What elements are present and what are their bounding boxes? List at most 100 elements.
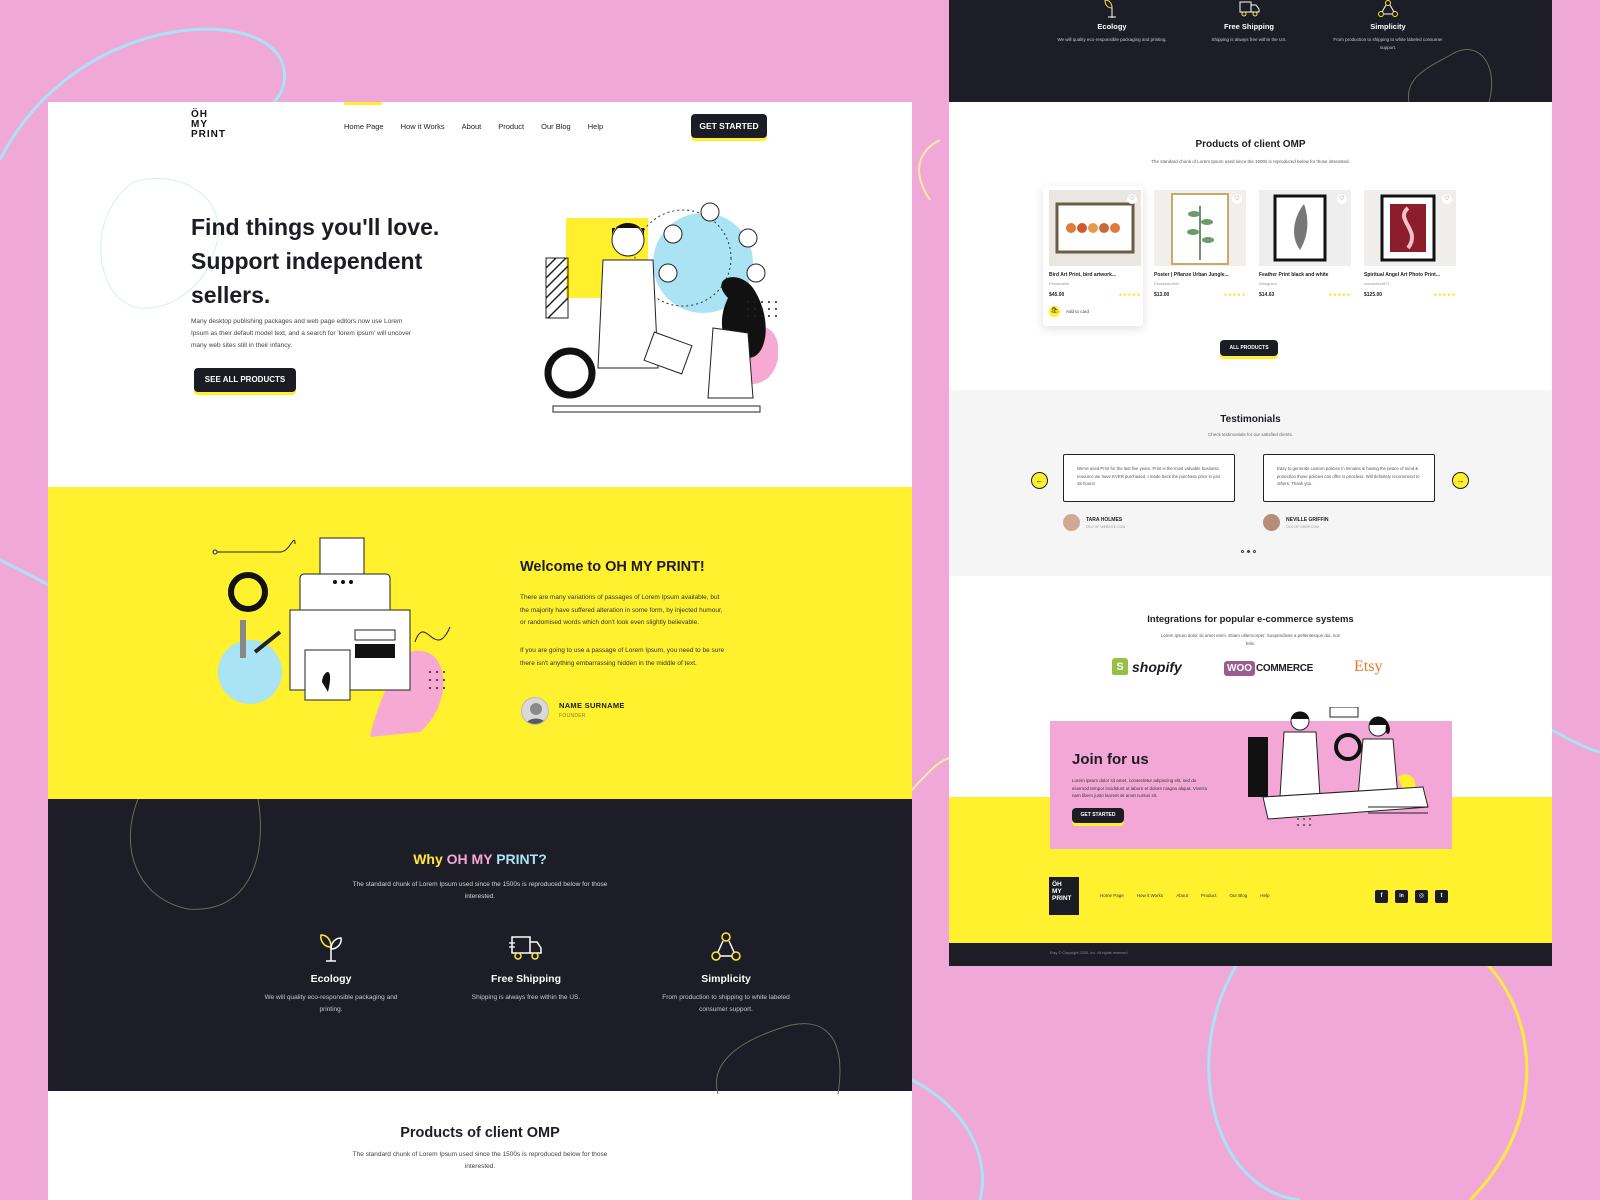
favorite-icon[interactable]: ♡ <box>1442 194 1452 204</box>
feature-simplicity: Simplicity From production to shipping t… <box>1333 0 1443 52</box>
why-title-part: Why <box>413 851 447 867</box>
carousel-dots <box>1241 550 1256 553</box>
get-started-button[interactable]: GET STARTED <box>691 114 767 138</box>
why-title-part: PRINT? <box>496 851 547 867</box>
avatar <box>1263 514 1280 531</box>
product-name[interactable]: Bird Art Print, bird artwork... <box>1049 272 1141 278</box>
hero-illustration <box>544 202 778 413</box>
join-title: Join for us <box>1072 751 1149 768</box>
footer-nav-our-blog[interactable]: Our Blog <box>1229 893 1247 898</box>
see-all-products-button[interactable]: SEE ALL PRODUCTS <box>194 368 296 392</box>
footer-nav-help[interactable]: Help <box>1260 893 1269 898</box>
product-card[interactable]: ♡ Poster | Pflanze Urban Jungle... Eland… <box>1154 190 1246 298</box>
copyright-bar: Etsy © Copyright 2020, Inc. All rights r… <box>949 943 1552 966</box>
truck-icon <box>1239 1 1260 17</box>
nodes-icon <box>1378 0 1398 17</box>
etsy-logo: Etsy <box>1354 658 1383 675</box>
why-title-part: OH MY <box>446 851 497 867</box>
nav-product[interactable]: Product <box>498 122 524 131</box>
founder-avatar <box>521 697 549 725</box>
shopify-wordmark: shopify <box>1132 658 1182 675</box>
why-subtitle: The standard chunk of Lorem Ipsum used s… <box>352 881 608 900</box>
logo-line: PRINT <box>1052 895 1072 902</box>
testimonial-author: NEVILLE GRIFFIN CEO OF SHOP.COM <box>1263 514 1329 531</box>
next-arrow-icon[interactable]: → <box>1452 472 1469 489</box>
footer-nav-how-it-works[interactable]: How it Works <box>1137 893 1163 898</box>
welcome-title: Welcome to OH MY PRINT! <box>520 559 705 575</box>
hero-title: Find things you'll love. Support indepen… <box>191 214 440 308</box>
rating-stars: ★★★★★ <box>1223 292 1246 297</box>
linkedin-icon[interactable]: in <box>1395 890 1408 903</box>
nav-our-blog[interactable]: Our Blog <box>541 122 571 131</box>
products-title: Products of client OMP <box>400 1125 560 1141</box>
price-row: $125.00 ★★★★★ <box>1364 292 1456 298</box>
landing-page-left: ÖH MY PRINT Home Page How it Works About… <box>48 102 912 1200</box>
join-banner: Join for us Lorem ipsum dolor sit amet, … <box>1050 707 1452 849</box>
nav-home[interactable]: Home Page <box>344 122 384 131</box>
product-card[interactable]: ♡ Bird Art Print, bird artwork... Printa… <box>1049 190 1141 298</box>
nav-help[interactable]: Help <box>588 122 603 131</box>
footer-nav-home[interactable]: Home Page <box>1100 893 1124 898</box>
hero-description: Many desktop publishing packages and web… <box>191 318 411 349</box>
footer-logo[interactable]: ÖH MY PRINT <box>1049 877 1079 915</box>
welcome-section: Welcome to OH MY PRINT! There are many v… <box>48 487 912 799</box>
author-role: CEO OF WEBSITE.COM <box>1086 524 1126 529</box>
product-name[interactable]: Poster | Pflanze Urban Jungle... <box>1154 272 1246 278</box>
product-name[interactable]: Feather Print black and white <box>1259 272 1351 278</box>
truck-icon <box>509 936 542 960</box>
footer-navigation: Home Page How it Works About Product Our… <box>1100 893 1270 898</box>
feature-description: We will quality eco-responsible packagin… <box>264 994 398 1013</box>
carousel-dot[interactable] <box>1253 550 1256 553</box>
author-name: TARA HOLMES <box>1086 516 1123 523</box>
feature-title: Free Shipping <box>1223 22 1274 31</box>
add-to-cart-button[interactable]: 🛍 Add to card <box>1049 306 1089 317</box>
product-card[interactable]: ♡ Feather Print black and white Designor… <box>1259 190 1351 298</box>
prev-arrow-icon[interactable]: ← <box>1031 472 1048 489</box>
join-get-started-button[interactable]: GET STARTED <box>1072 808 1124 823</box>
product-image[interactable]: ♡ <box>1259 190 1351 266</box>
feature-title: Ecology <box>310 973 352 985</box>
all-products-button[interactable]: ALL PRODUCTS <box>1220 340 1278 356</box>
product-seller: Printandink <box>1049 281 1070 286</box>
price-row: $13.00 ★★★★★ <box>1154 292 1246 298</box>
nav-how-it-works[interactable]: How it Works <box>401 122 445 131</box>
feature-description: From production to shipping to white lab… <box>1333 37 1443 50</box>
product-name[interactable]: Spiritual Angel Art Photo Print... <box>1364 272 1456 278</box>
woocommerce-logo: WOO COMMERCE <box>1224 661 1313 676</box>
rating-stars: ★★★★★ <box>1328 292 1351 297</box>
founder-name: NAME SURNAME <box>559 701 625 710</box>
product-image[interactable]: ♡ <box>1364 190 1456 266</box>
logo[interactable]: ÖH MY PRINT <box>191 110 226 140</box>
shopify-bag-icon: S <box>1112 658 1128 675</box>
features-strip: Ecology We will quality eco-responsible … <box>949 0 1552 102</box>
footer-nav-product[interactable]: Product <box>1201 893 1217 898</box>
favorite-icon[interactable]: ♡ <box>1337 194 1347 204</box>
avatar <box>1063 514 1080 531</box>
logo-line: MY <box>1052 888 1062 895</box>
why-section: Why OH MY PRINT? The standard chunk of L… <box>48 799 912 1094</box>
testimonial-quote: Easy to generate custom policies in minu… <box>1263 454 1435 502</box>
feature-title: Ecology <box>1097 22 1127 31</box>
twitter-icon[interactable]: t <box>1435 890 1448 903</box>
favorite-icon[interactable]: ♡ <box>1127 194 1137 204</box>
product-price: $14.63 <box>1259 292 1275 298</box>
feature-ecology: Ecology We will quality eco-responsible … <box>1057 0 1167 44</box>
feature-description: We will quality eco-responsible packagin… <box>1057 37 1167 42</box>
feature-description: Shipping is always free within the US. <box>1211 37 1287 42</box>
favorite-icon[interactable]: ♡ <box>1232 194 1242 204</box>
price-row: $14.63 ★★★★★ <box>1259 292 1351 298</box>
product-image[interactable]: ♡ <box>1049 190 1141 266</box>
product-seller: mercedesART <box>1364 281 1390 286</box>
carousel-dot[interactable] <box>1241 550 1244 553</box>
carousel-dot[interactable] <box>1247 550 1250 553</box>
why-title: Why OH MY PRINT? <box>48 851 912 867</box>
facebook-icon[interactable]: f <box>1375 890 1388 903</box>
product-image[interactable]: ♡ <box>1154 190 1246 266</box>
product-price: $13.00 <box>1154 292 1170 298</box>
handshake-illustration <box>1248 707 1429 826</box>
product-card[interactable]: ♡ Spiritual Angel Art Photo Print... mer… <box>1364 190 1456 298</box>
instagram-icon[interactable]: ◎ <box>1415 890 1428 903</box>
products-title: Products of client OMP <box>1195 139 1306 150</box>
nav-about[interactable]: About <box>462 122 482 131</box>
footer-nav-about[interactable]: About <box>1176 893 1188 898</box>
